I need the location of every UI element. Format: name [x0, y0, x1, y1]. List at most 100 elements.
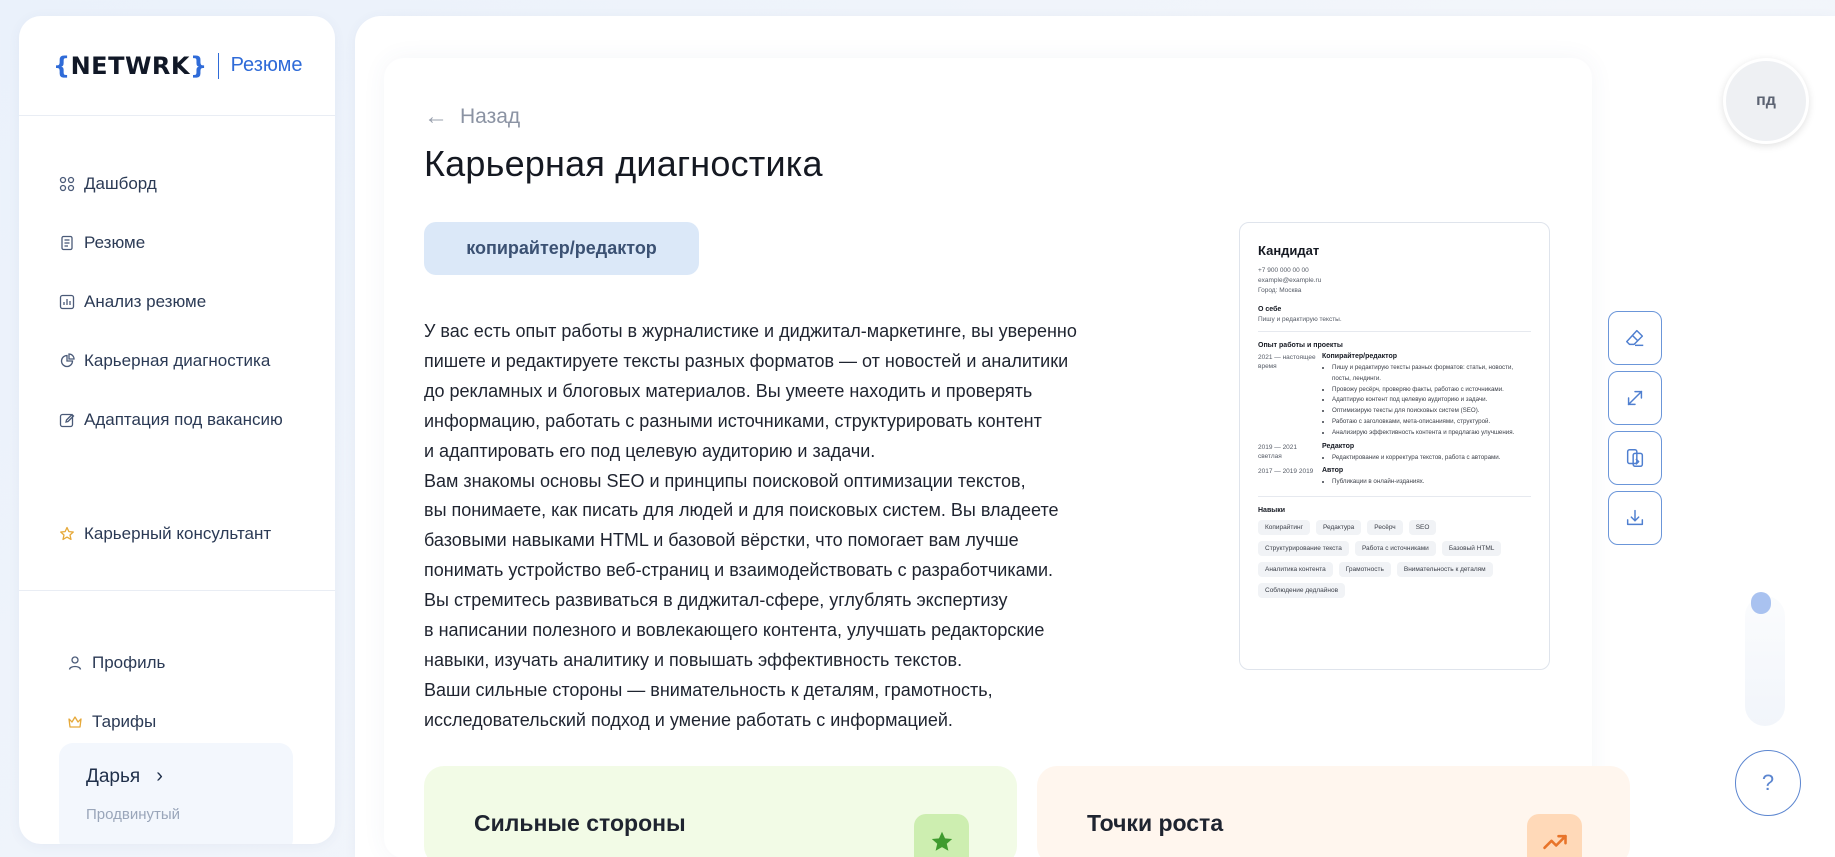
- grid-icon: [58, 175, 76, 193]
- help-button[interactable]: ?: [1735, 750, 1801, 816]
- eraser-icon: [1626, 329, 1644, 347]
- description-line: базовыми навыками HTML и базовой вёрстки…: [424, 530, 1019, 551]
- chart-icon: [58, 293, 76, 311]
- description-line: У вас есть опыт работы в журналистике и …: [424, 321, 1077, 341]
- resume-phone: +7 900 000 00 00: [1258, 267, 1309, 274]
- skill-chip: Структурирование текста: [1258, 541, 1349, 557]
- brand-logo: {NETWRK}: [53, 51, 208, 80]
- sidebar-item-label: Профиль: [92, 652, 166, 672]
- strengths-card: Сильные стороны: [424, 766, 1017, 857]
- sidebar-divider: [19, 590, 335, 591]
- description-line: пишете и редактируете тексты разных форм…: [424, 350, 1069, 371]
- growth-card: Точки роста: [1037, 766, 1630, 857]
- resume-divider: [1258, 331, 1531, 332]
- skill-chip: Ресёрч: [1367, 520, 1403, 536]
- description-line: до рекламных и блоговых материалов. Вы у…: [424, 380, 1033, 401]
- resume-job: 2019 — 2021 светлая Редактор Редактирова…: [1258, 443, 1531, 464]
- description-line: вы понимаете, как писать для людей и для…: [424, 500, 1059, 521]
- resume-job-period: 2017 — 2019 2019: [1258, 468, 1314, 476]
- user-avatar[interactable]: пд: [1723, 58, 1809, 144]
- sidebar-item-vacancy-adaptation[interactable]: Адаптация под вакансию: [19, 390, 335, 449]
- resume-skills-title: Навыки: [1258, 507, 1286, 515]
- growth-title: Точки роста: [1087, 810, 1224, 836]
- role-tag: копирайтер/редактор: [424, 222, 699, 275]
- resume-job-bullet: Оптимизирую тексты для поисковых систем …: [1332, 406, 1531, 417]
- skill-chip: Соблюдение дедлайнов: [1258, 583, 1346, 599]
- resume-job-bullet: Публикации в онлайн-изданиях.: [1332, 477, 1531, 488]
- download-icon: [1626, 509, 1644, 526]
- back-button[interactable]: ← Назад: [424, 103, 520, 131]
- description-line: Вам знакомы основы SEO и принципы поиско…: [424, 470, 1026, 491]
- resume-job-position: Копирайтер/редактор: [1322, 353, 1397, 360]
- resume-job-bullet: Адаптирую контент под целевую аудиторию …: [1332, 395, 1531, 406]
- strengths-title: Сильные стороны: [474, 810, 686, 836]
- sidebar-item-resume[interactable]: Резюме: [19, 213, 335, 272]
- sidebar-item-career-diagnostics[interactable]: Карьерная диагностика: [19, 331, 335, 390]
- edit-resume-button[interactable]: [1608, 311, 1662, 365]
- pie-icon: [58, 352, 76, 370]
- resume-job-bullet: Провожу ресёрч, проверяю факты, работаю …: [1332, 385, 1531, 396]
- trend-up-icon: [1542, 834, 1567, 849]
- description-line: и адаптировать его под целевую аудиторию…: [424, 440, 876, 461]
- resume-skills: Копирайтинг Редактура Ресёрч SEO Структу…: [1258, 520, 1531, 599]
- brand[interactable]: {NETWRK} Резюме: [19, 16, 335, 116]
- resume-city: Город: Москва: [1258, 287, 1302, 294]
- sidebar-item-label: Дашборд: [84, 173, 157, 193]
- resume-job-period: 2021 — настоящее время: [1258, 354, 1316, 370]
- sidebar: {NETWRK} Резюме Дашборд Резюме Анализ ре…: [19, 16, 335, 844]
- brand-subtitle: Резюме: [230, 54, 303, 76]
- expand-preview-button[interactable]: [1608, 371, 1662, 425]
- resume-contacts: +7 900 000 00 00 example@example.ru Горо…: [1258, 266, 1531, 296]
- diagnostics-panel: ← Назад Карьерная диагностика копирайтер…: [384, 58, 1662, 857]
- template-switch-icon: [1626, 449, 1644, 467]
- star-icon: [58, 525, 76, 543]
- sidebar-item-label: Анализ резюме: [84, 291, 207, 311]
- expand-icon: [1627, 390, 1643, 406]
- sidebar-item-career-consultant[interactable]: Карьерный консультант: [19, 504, 335, 563]
- crown-icon: [66, 713, 84, 731]
- resume-job-period: 2019 — 2021 светлая: [1258, 443, 1298, 460]
- sidebar-item-label: Адаптация под вакансию: [84, 409, 283, 429]
- skill-chip: SEO: [1408, 520, 1437, 536]
- sidebar-item-dashboard[interactable]: Дашборд: [19, 154, 335, 213]
- description-line: понимать устройство веб-страниц и взаимо…: [424, 560, 1054, 581]
- user-card[interactable]: Дарья › Продвинутый: [59, 743, 293, 844]
- scroll-track: [1745, 596, 1785, 726]
- chevron-right-icon: ›: [156, 765, 163, 787]
- resume-about-title: О себе: [1258, 306, 1282, 313]
- description-line: информацию, работать с разными источника…: [424, 410, 1042, 431]
- skill-chip: Базовый HTML: [1441, 541, 1502, 557]
- resume-job-position: Автор: [1322, 467, 1344, 475]
- skill-chip: Грамотность: [1338, 562, 1391, 578]
- resume-job-position: Редактор: [1322, 442, 1355, 450]
- user-plan: Продвинутый: [86, 806, 181, 823]
- skill-chip: Внимательность к деталям: [1396, 562, 1493, 578]
- resume-job-bullet: Пишу и редактирую тексты разных форматов…: [1332, 363, 1531, 385]
- sidebar-nav: Дашборд Резюме Анализ резюме Карьерная д…: [19, 116, 335, 563]
- skill-chip: Аналитика контента: [1258, 562, 1333, 578]
- description-line: исследовательский подход и умение работа…: [424, 709, 953, 730]
- scroll-thumb[interactable]: [1751, 592, 1771, 614]
- description-line: Ваши сильные стороны — внимательность к …: [424, 679, 993, 700]
- sidebar-item-resume-analysis[interactable]: Анализ резюме: [19, 272, 335, 331]
- diagnostics-description: У вас есть опыт работы в журналистике и …: [424, 317, 1184, 736]
- sidebar-item-label: Тарифы: [92, 711, 157, 731]
- resume-email: example@example.ru: [1258, 277, 1322, 284]
- brand-separator: [217, 52, 219, 79]
- skill-chip: Редактура: [1315, 520, 1362, 536]
- preview-toolbar: [1608, 311, 1662, 545]
- switch-template-button[interactable]: [1608, 431, 1662, 485]
- sidebar-bottom-nav: Профиль Тарифы: [19, 633, 335, 751]
- skill-chip: Работа с источниками: [1354, 541, 1436, 557]
- resume-divider: [1258, 496, 1531, 498]
- sidebar-item-profile[interactable]: Профиль: [19, 633, 335, 692]
- description-line: Вы стремитесь развиваться в диджитал-сфе…: [424, 590, 1008, 611]
- resume-about-text: Пишу и редактирую тексты.: [1258, 316, 1342, 323]
- main-area: ← Назад Карьерная диагностика копирайтер…: [355, 16, 1835, 857]
- download-button[interactable]: [1608, 491, 1662, 545]
- resume-preview[interactable]: Кандидат +7 900 000 00 00 example@exampl…: [1239, 222, 1550, 670]
- resume-job-bullet: Редактирование и корректура текстов, раб…: [1332, 453, 1531, 464]
- edit-icon: [58, 411, 76, 429]
- resume-job-bullet: Анализирую эффективность контента и пред…: [1332, 428, 1531, 439]
- skill-chip: Копирайтинг: [1258, 520, 1310, 536]
